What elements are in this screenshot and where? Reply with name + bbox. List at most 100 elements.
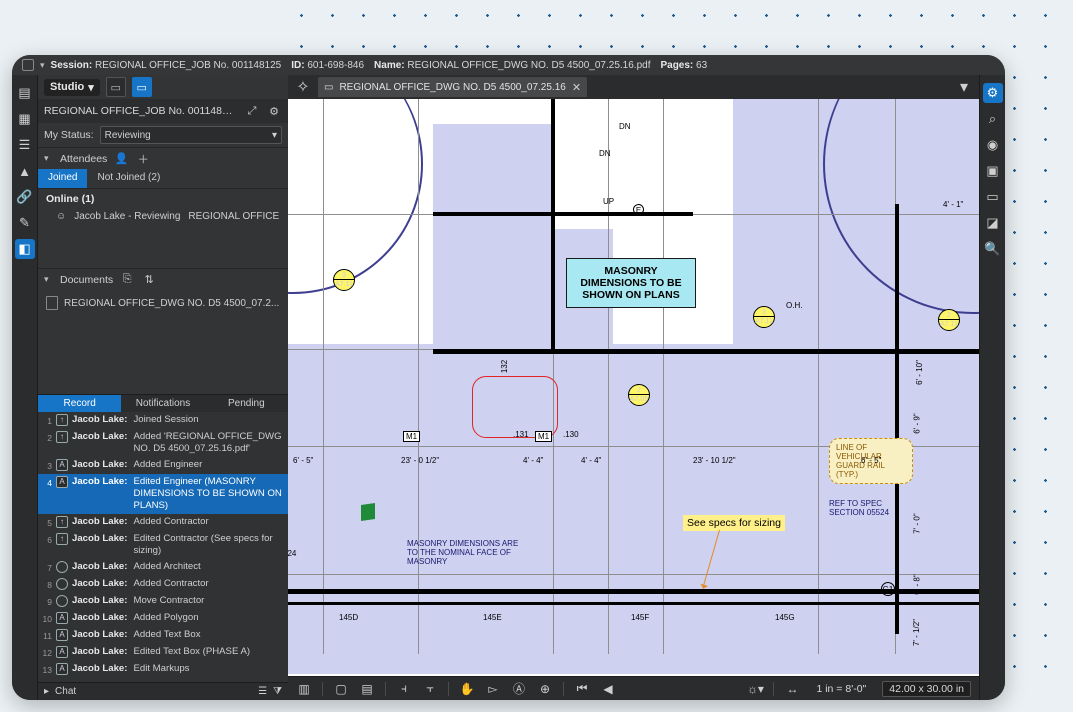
continuous-icon[interactable]: ▤ (359, 681, 375, 697)
studio-label: Studio (50, 81, 84, 93)
zoom-icon[interactable]: ⊕ (537, 681, 553, 697)
add-document-icon[interactable]: ⎘ (119, 272, 135, 288)
sets-icon[interactable]: ▲ (15, 161, 35, 181)
document-item[interactable]: REGIONAL OFFICE_DWG NO. D5 4500_07.2... (44, 294, 282, 312)
mystatus-value: Reviewing (105, 130, 151, 141)
joined-tab[interactable]: Joined (38, 169, 87, 188)
dim-text: 6' - 10" (915, 360, 924, 385)
first-page-icon[interactable]: ⏮ (574, 681, 590, 697)
pending-tab[interactable]: Pending (205, 395, 288, 412)
properties-gear-icon[interactable]: ⚙ (983, 83, 1003, 103)
chat-bar[interactable]: ▸ Chat ☰ ⧩ (38, 682, 288, 700)
record-row[interactable]: 4AJacob Lake:Edited Engineer (MASONRY DI… (38, 474, 288, 514)
record-type-icon (56, 533, 68, 545)
sort-icon[interactable]: ⇅ (141, 272, 157, 288)
record-type-icon: A (56, 612, 68, 624)
revision-cloud[interactable] (472, 376, 558, 438)
expand-icon[interactable]: ⤢ (244, 103, 260, 119)
record-row[interactable]: 13AJacob Lake:Edit Markups (38, 661, 288, 678)
record-type-icon (56, 516, 68, 528)
record-row[interactable]: 5Jacob Lake:Added Contractor (38, 514, 288, 531)
links-icon[interactable]: 🔗 (15, 187, 35, 207)
search-icon[interactable]: ⌕ (983, 109, 1003, 129)
page-nav-icon[interactable]: ▥ (296, 681, 312, 697)
measure-icon[interactable]: ▭ (983, 187, 1003, 207)
record-row[interactable]: 12AJacob Lake:Edited Text Box (PHASE A) (38, 644, 288, 661)
record-row[interactable]: 6Jacob Lake:Edited Contractor (See specs… (38, 531, 288, 559)
signatures-icon[interactable]: ✎ (15, 213, 35, 233)
follow-attendee-icon[interactable]: 👤 (113, 151, 129, 167)
record-tab[interactable]: Record (38, 395, 121, 412)
record-index: 12 (40, 646, 52, 659)
record-action: Edited Contractor (See specs for sizing) (133, 533, 284, 557)
layers-icon[interactable]: ◪ (983, 213, 1003, 233)
studio-panel: Studio ▾ ▭ ▭ REGIONAL OFFICE_JOB No. 001… (38, 75, 288, 700)
collapse-icon[interactable]: ▾ (44, 274, 54, 285)
split-v-icon[interactable]: ⫟ (422, 681, 438, 697)
settings-icon[interactable]: ⚙ (266, 103, 282, 119)
select-icon[interactable]: ▻ (485, 681, 501, 697)
profile-icon[interactable]: ◉ (983, 135, 1003, 155)
sessions-toggle[interactable]: ▭ (132, 77, 152, 97)
chevron-down-icon: ▾ (88, 81, 94, 94)
right-rail: ⚙ ⌕ ◉ ▣ ▭ ◪ 🔍 (979, 75, 1005, 700)
pan-icon[interactable]: ✋ (459, 681, 475, 697)
file-access-icon[interactable]: ▤ (15, 83, 35, 103)
add-attendee-icon[interactable]: ＋ (135, 151, 151, 167)
dim-text: 6' - 5" (293, 456, 313, 465)
app-menu-chevron-icon[interactable]: ▾ (40, 60, 45, 71)
markups-list-icon[interactable]: ☰ (258, 686, 267, 697)
id-value: 601-698-846 (307, 60, 364, 71)
projects-toggle[interactable]: ▭ (106, 77, 126, 97)
single-page-icon[interactable]: ▢ (333, 681, 349, 697)
record-row[interactable]: 11AJacob Lake:Added Text Box (38, 627, 288, 644)
close-tab-icon[interactable]: ✕ (572, 81, 581, 94)
specs-note[interactable]: See specs for sizing (683, 515, 785, 531)
record-row[interactable]: 8Jacob Lake:Added Contractor (38, 576, 288, 593)
record-row[interactable]: 10AJacob Lake:Added Polygon (38, 610, 288, 627)
tab-menu-chevron-icon[interactable]: ▾ (955, 78, 973, 96)
section-callout: 2A7.05 (628, 384, 650, 406)
filter-icon[interactable]: ⧩ (273, 686, 282, 697)
attendee-row[interactable]: ☺ Jacob Lake - Reviewing REGIONAL OFFICE (38, 209, 288, 226)
studio-dropdown[interactable]: Studio ▾ (44, 79, 100, 96)
grid-label: 145E (483, 613, 502, 622)
dim-tool-icon[interactable]: ✧ (294, 78, 312, 96)
studio-icon[interactable]: ◧ (15, 239, 35, 259)
search-2-icon[interactable]: 🔍 (983, 239, 1003, 259)
record-action: Added Engineer (133, 459, 284, 471)
section-callout: 3A7.11 (333, 269, 355, 291)
scale-readout[interactable]: 1 in = 8'-0" (810, 682, 872, 696)
thumbnails-icon[interactable]: ▦ (15, 109, 35, 129)
record-author: Jacob Lake: (72, 561, 127, 573)
record-author: Jacob Lake: (72, 414, 127, 426)
bookmarks-icon[interactable]: ☰ (15, 135, 35, 155)
record-action: Edit Markups (133, 663, 284, 675)
record-row[interactable]: 1Jacob Lake:Joined Session (38, 412, 288, 429)
notifications-tab[interactable]: Notifications (121, 395, 204, 412)
dim-text: 6' - 5" (861, 456, 881, 465)
collapse-icon[interactable]: ▾ (44, 153, 54, 164)
record-action: Joined Session (133, 414, 284, 426)
record-row[interactable]: 7Jacob Lake:Added Architect (38, 559, 288, 576)
record-author: Jacob Lake: (72, 476, 127, 488)
document-tab[interactable]: ▭ REGIONAL OFFICE_DWG NO. D5 4500_07.25.… (318, 77, 587, 97)
select-text-icon[interactable]: Ⓐ (511, 681, 527, 697)
notjoined-tab[interactable]: Not Joined (2) (87, 169, 170, 188)
record-author: Jacob Lake: (72, 663, 127, 675)
forms-icon[interactable]: ▣ (983, 161, 1003, 181)
drawing-viewer[interactable]: MASONRY DIMENSIONS TO BE SHOWN ON PLANS … (288, 99, 979, 676)
flag-marker[interactable] (361, 503, 375, 521)
record-row[interactable]: 9Jacob Lake:Move Contractor (38, 593, 288, 610)
attendee-name: Jacob Lake - Reviewing (74, 211, 180, 222)
split-h-icon[interactable]: ⫞ (396, 681, 412, 697)
calibrate-icon[interactable]: ↔ (784, 681, 800, 697)
record-row[interactable]: 2Jacob Lake:Added 'REGIONAL OFFICE_DWG N… (38, 429, 288, 457)
prev-page-icon[interactable]: ◀ (600, 681, 616, 697)
grid-label: 145G (775, 613, 795, 622)
chat-label: Chat (55, 686, 76, 697)
pages-label: Pages: (660, 60, 693, 71)
record-row[interactable]: 3AJacob Lake:Added Engineer (38, 457, 288, 474)
brightness-icon[interactable]: ☼▾ (747, 681, 763, 697)
mystatus-select[interactable]: Reviewing ▾ (100, 126, 282, 144)
